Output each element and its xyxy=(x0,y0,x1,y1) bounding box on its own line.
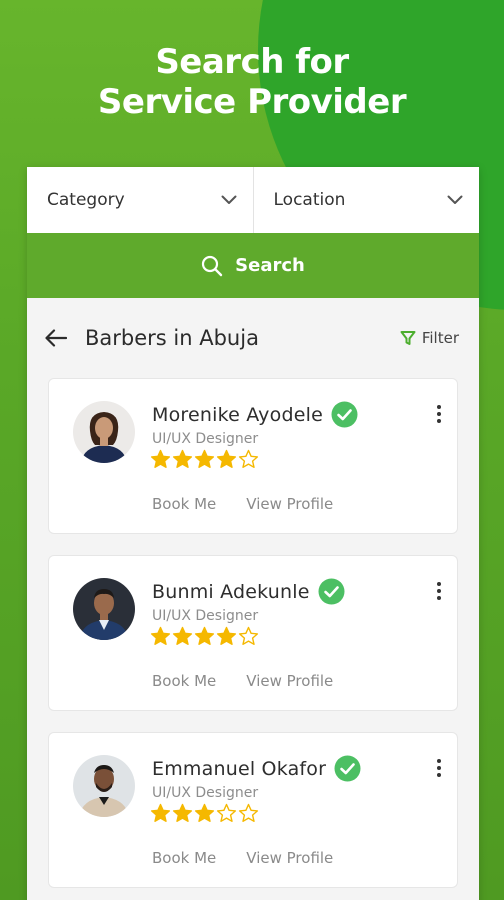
star-filled-icon xyxy=(172,626,193,645)
star-rating xyxy=(150,803,260,824)
more-options-icon[interactable] xyxy=(437,759,441,780)
star-empty-icon xyxy=(238,626,259,645)
star-filled-icon xyxy=(216,449,237,468)
filter-selects: Category Location xyxy=(27,167,479,233)
more-options-icon[interactable] xyxy=(437,405,441,426)
star-filled-icon xyxy=(150,626,171,645)
book-me-button[interactable]: Book Me xyxy=(152,849,216,867)
location-select-label: Location xyxy=(273,190,346,210)
headline-line-2: Service Provider xyxy=(97,82,407,122)
star-rating xyxy=(150,626,260,647)
provider-card[interactable]: Bunmi Adekunle UI/UX Designer Book Me Vi… xyxy=(48,555,458,711)
filter-label: Filter xyxy=(421,329,459,347)
star-filled-icon xyxy=(150,803,171,822)
list-header: Barbers in Abuja Filter xyxy=(27,298,479,378)
verified-check-icon xyxy=(318,578,345,605)
avatar xyxy=(73,578,135,640)
star-filled-icon xyxy=(150,449,171,468)
provider-name-row: Bunmi Adekunle xyxy=(152,578,345,605)
provider-name-row: Morenike Ayodele xyxy=(152,401,358,428)
provider-name-row: Emmanuel Okafor xyxy=(152,755,361,782)
card-actions: Book Me View Profile xyxy=(152,672,333,690)
category-select[interactable]: Category xyxy=(27,167,253,233)
card-actions: Book Me View Profile xyxy=(152,495,333,513)
more-options-icon[interactable] xyxy=(437,582,441,603)
avatar xyxy=(73,401,135,463)
headline-line-1: Search for xyxy=(155,42,349,82)
star-empty-icon xyxy=(238,803,259,822)
page-headline: Search for Service Provider xyxy=(0,42,504,122)
back-arrow-icon[interactable] xyxy=(45,329,67,347)
provider-role: UI/UX Designer xyxy=(152,608,259,624)
star-filled-icon xyxy=(216,626,237,645)
star-filled-icon xyxy=(172,803,193,822)
book-me-button[interactable]: Book Me xyxy=(152,672,216,690)
provider-role: UI/UX Designer xyxy=(152,431,259,447)
provider-card[interactable]: Emmanuel Okafor UI/UX Designer Book Me V… xyxy=(48,732,458,888)
filter-icon xyxy=(400,330,416,346)
verified-check-icon xyxy=(331,401,358,428)
chevron-down-icon xyxy=(221,195,237,205)
star-empty-icon xyxy=(238,449,259,468)
star-rating xyxy=(150,449,260,470)
provider-name: Bunmi Adekunle xyxy=(152,580,310,603)
search-icon xyxy=(201,255,223,277)
location-select[interactable]: Location xyxy=(252,167,480,233)
book-me-button[interactable]: Book Me xyxy=(152,495,216,513)
chevron-down-icon xyxy=(447,195,463,205)
star-filled-icon xyxy=(194,803,215,822)
provider-card[interactable]: Morenike Ayodele UI/UX Designer Book Me … xyxy=(48,378,458,534)
star-filled-icon xyxy=(172,449,193,468)
list-title: Barbers in Abuja xyxy=(85,326,259,350)
search-button[interactable]: Search xyxy=(27,233,479,298)
star-filled-icon xyxy=(194,449,215,468)
view-profile-button[interactable]: View Profile xyxy=(246,672,333,690)
card-actions: Book Me View Profile xyxy=(152,849,333,867)
search-button-label: Search xyxy=(235,255,305,276)
search-panel: Category Location Search Barbers in Abuj… xyxy=(27,167,479,900)
filter-button[interactable]: Filter xyxy=(400,329,459,347)
provider-role: UI/UX Designer xyxy=(152,785,259,801)
star-filled-icon xyxy=(194,626,215,645)
view-profile-button[interactable]: View Profile xyxy=(246,495,333,513)
view-profile-button[interactable]: View Profile xyxy=(246,849,333,867)
category-select-label: Category xyxy=(47,190,125,210)
provider-name: Emmanuel Okafor xyxy=(152,757,327,780)
avatar xyxy=(73,755,135,817)
provider-name: Morenike Ayodele xyxy=(152,403,323,426)
star-empty-icon xyxy=(216,803,237,822)
verified-check-icon xyxy=(334,755,361,782)
